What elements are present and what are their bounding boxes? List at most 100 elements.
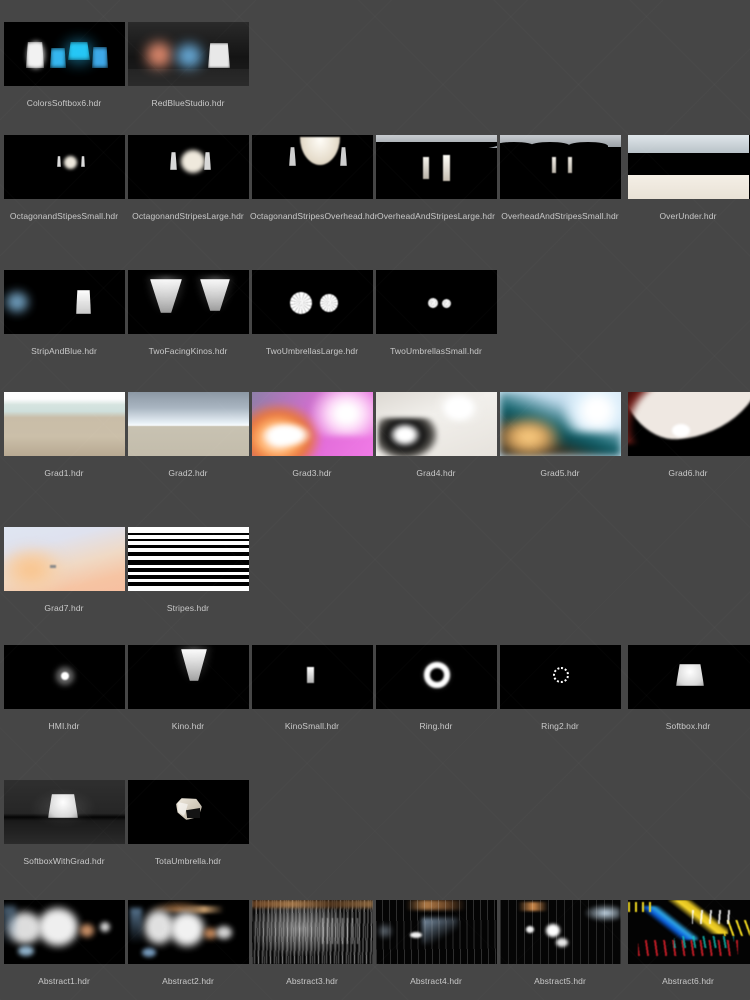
hdr-thumbnail-cell[interactable]: SoftboxWithGrad.hdr xyxy=(2,780,126,891)
hdr-thumbnail-image[interactable] xyxy=(128,22,249,86)
hdr-thumbnail-image[interactable] xyxy=(628,900,750,964)
hdr-thumbnail-image[interactable] xyxy=(500,135,621,199)
hdr-thumbnail-image[interactable] xyxy=(628,135,750,199)
hdr-thumbnail-cell[interactable]: Grad4.hdr xyxy=(374,392,498,503)
hdr-thumbnail-cell[interactable]: Grad6.hdr xyxy=(626,392,750,503)
hdr-thumbnail-image[interactable] xyxy=(376,900,497,964)
hdr-thumbnail-image[interactable] xyxy=(252,645,373,709)
hdr-preview-art xyxy=(4,392,125,456)
hdr-thumbnail-cell[interactable]: TwoUmbrellasSmall.hdr xyxy=(374,270,498,381)
hdr-thumbnail-label: Grad2.hdr xyxy=(168,468,208,478)
hdr-thumbnail-image[interactable] xyxy=(500,645,621,709)
hdr-thumbnail-cell[interactable]: RedBlueStudio.hdr xyxy=(126,22,250,133)
hdr-thumbnail-image[interactable] xyxy=(4,22,125,86)
hdr-thumbnail-cell[interactable]: OctagonandStripesOverhead.hdr xyxy=(250,135,378,246)
hdr-thumbnail-image[interactable] xyxy=(128,900,249,964)
hdr-thumbnail-cell[interactable]: Grad1.hdr xyxy=(2,392,126,503)
hdr-preview-art xyxy=(4,135,125,199)
hdr-preview-art xyxy=(500,392,621,456)
hdr-preview-art xyxy=(628,392,750,456)
hdr-thumbnail-image[interactable] xyxy=(128,392,249,456)
hdr-thumbnail-cell[interactable]: TwoUmbrellasLarge.hdr xyxy=(250,270,374,381)
hdr-thumbnail-cell[interactable]: Kino.hdr xyxy=(126,645,250,756)
hdr-preview-art xyxy=(128,527,249,591)
hdr-thumbnail-cell[interactable]: Softbox.hdr xyxy=(626,645,750,756)
hdr-thumbnail-image[interactable] xyxy=(500,900,621,964)
hdr-thumbnail-cell[interactable]: Abstract4.hdr xyxy=(374,900,498,1000)
hdr-thumbnail-cell[interactable]: TwoFacingKinos.hdr xyxy=(126,270,250,381)
hdr-thumbnail-image[interactable] xyxy=(376,135,497,199)
hdr-thumbnail-cell[interactable]: OverheadAndStripesLarge.hdr xyxy=(374,135,498,246)
hdr-thumbnail-label: Abstract4.hdr xyxy=(410,976,462,986)
hdr-thumbnail-cell[interactable]: OverheadAndStripesSmall.hdr xyxy=(498,135,622,246)
hdr-thumbnail-image[interactable] xyxy=(128,780,249,844)
hdr-thumbnail-label: Grad3.hdr xyxy=(292,468,332,478)
hdr-thumbnail-image[interactable] xyxy=(128,135,249,199)
hdr-thumbnail-image[interactable] xyxy=(4,270,125,334)
hdr-thumbnail-label: Softbox.hdr xyxy=(665,721,711,731)
hdr-thumbnail-cell[interactable]: Ring.hdr xyxy=(374,645,498,756)
hdr-preview-art xyxy=(4,900,125,964)
hdr-thumbnail-cell[interactable]: HMI.hdr xyxy=(2,645,126,756)
hdr-thumbnail-image[interactable] xyxy=(628,645,750,709)
hdr-thumbnail-image[interactable] xyxy=(4,645,125,709)
hdr-thumbnail-image[interactable] xyxy=(4,900,125,964)
thumbnail-row: Grad7.hdr Stripes.hdr xyxy=(0,527,750,638)
hdr-preview-art xyxy=(628,135,750,199)
hdr-thumbnail-label: OverUnder.hdr xyxy=(659,211,717,221)
hdr-thumbnail-cell[interactable]: Abstract2.hdr xyxy=(126,900,250,1000)
hdr-thumbnail-image[interactable] xyxy=(252,135,373,199)
hdr-thumbnail-label: TwoUmbrellasLarge.hdr xyxy=(265,346,359,356)
hdr-thumbnail-cell[interactable]: StripAndBlue.hdr xyxy=(2,270,126,381)
hdr-thumbnail-cell[interactable]: OverUnder.hdr xyxy=(626,135,750,246)
hdr-thumbnail-image[interactable] xyxy=(128,527,249,591)
hdr-thumbnail-cell[interactable]: Grad7.hdr xyxy=(2,527,126,638)
hdr-preview-art xyxy=(128,900,249,964)
thumbnail-row: HMI.hdr Kino.hdr KinoSmall.hdr Ring.hdr Ring… xyxy=(0,645,750,756)
hdr-thumbnail-image[interactable] xyxy=(376,270,497,334)
hdr-thumbnail-cell[interactable]: Grad2.hdr xyxy=(126,392,250,503)
hdr-thumbnail-image[interactable] xyxy=(500,392,621,456)
hdr-thumbnail-label: TwoFacingKinos.hdr xyxy=(148,346,228,356)
hdr-thumbnail-cell[interactable]: KinoSmall.hdr xyxy=(250,645,374,756)
hdr-thumbnail-cell[interactable]: Abstract3.hdr xyxy=(250,900,374,1000)
hdr-thumbnail-cell[interactable]: OctagonandStipesSmall.hdr xyxy=(2,135,126,246)
hdr-thumbnail-cell[interactable]: ColorsSoftbox6.hdr xyxy=(2,22,126,133)
hdr-thumbnail-label: HMI.hdr xyxy=(48,721,80,731)
hdr-thumbnail-image[interactable] xyxy=(252,900,373,964)
hdr-preview-art xyxy=(252,645,373,709)
hdr-thumbnail-grid: ColorsSoftbox6.hdr RedBlueStudio.hdr Octag… xyxy=(0,0,750,1000)
hdr-thumbnail-label: Abstract6.hdr xyxy=(662,976,714,986)
hdr-preview-art xyxy=(500,135,621,199)
hdr-thumbnail-label: Grad4.hdr xyxy=(416,468,456,478)
hdr-thumbnail-image[interactable] xyxy=(252,270,373,334)
hdr-thumbnail-label: OctagonandStipesSmall.hdr xyxy=(9,211,119,221)
hdr-preview-art xyxy=(4,645,125,709)
hdr-thumbnail-image[interactable] xyxy=(376,645,497,709)
hdr-thumbnail-image[interactable] xyxy=(628,392,750,456)
hdr-thumbnail-cell[interactable]: Grad5.hdr xyxy=(498,392,622,503)
hdr-preview-art xyxy=(128,135,249,199)
hdr-thumbnail-cell[interactable]: Abstract1.hdr xyxy=(2,900,126,1000)
hdr-preview-art xyxy=(500,645,621,709)
hdr-thumbnail-image[interactable] xyxy=(4,135,125,199)
hdr-preview-art xyxy=(376,900,497,964)
hdr-thumbnail-label: Stripes.hdr xyxy=(166,603,210,613)
hdr-thumbnail-cell[interactable]: Grad3.hdr xyxy=(250,392,374,503)
hdr-thumbnail-image[interactable] xyxy=(128,645,249,709)
hdr-thumbnail-image[interactable] xyxy=(252,392,373,456)
hdr-thumbnail-cell[interactable]: TotaUmbrella.hdr xyxy=(126,780,250,891)
hdr-thumbnail-image[interactable] xyxy=(376,392,497,456)
hdr-thumbnail-image[interactable] xyxy=(4,527,125,591)
hdr-thumbnail-image[interactable] xyxy=(128,270,249,334)
hdr-thumbnail-cell[interactable]: OctagonandStripesLarge.hdr xyxy=(126,135,250,246)
hdr-thumbnail-image[interactable] xyxy=(4,392,125,456)
hdr-thumbnail-label: Abstract2.hdr xyxy=(162,976,214,986)
hdr-thumbnail-cell[interactable]: Ring2.hdr xyxy=(498,645,622,756)
hdr-thumbnail-label: OverheadAndStripesLarge.hdr xyxy=(377,211,495,221)
hdr-thumbnail-cell[interactable]: Stripes.hdr xyxy=(126,527,250,638)
hdr-thumbnail-cell[interactable]: Abstract5.hdr xyxy=(498,900,622,1000)
hdr-thumbnail-cell[interactable]: Abstract6.hdr xyxy=(626,900,750,1000)
hdr-thumbnail-image[interactable] xyxy=(4,780,125,844)
hdr-thumbnail-label: StripAndBlue.hdr xyxy=(31,346,97,356)
